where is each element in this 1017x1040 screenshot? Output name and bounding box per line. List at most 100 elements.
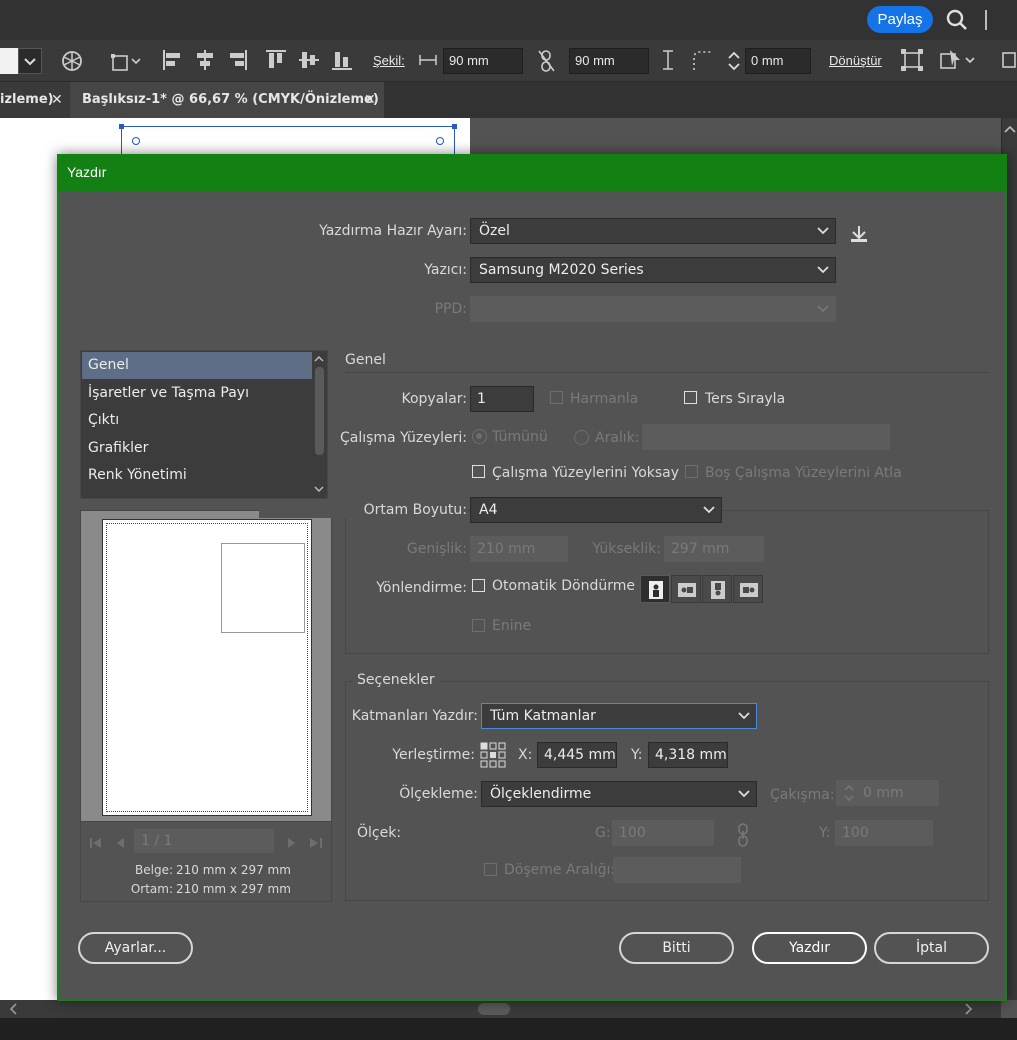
align-hcenter-icon[interactable] xyxy=(194,48,216,72)
chevron-up-icon[interactable] xyxy=(1003,124,1017,134)
tile-range-label: Döşeme Aralığı: xyxy=(504,862,616,878)
chevron-down-icon xyxy=(817,266,829,274)
stepper-icon[interactable] xyxy=(727,49,741,73)
corner-radius-icon xyxy=(693,51,712,70)
corner-widget[interactable] xyxy=(436,137,444,145)
scaling-value: Ölçeklendirme xyxy=(490,786,592,802)
shape-transform-icon[interactable] xyxy=(110,49,142,73)
last-page-icon[interactable] xyxy=(309,837,323,849)
close-icon[interactable]: ✕ xyxy=(51,82,63,118)
align-top-icon[interactable] xyxy=(264,48,288,72)
orientation-portrait-flipped-button[interactable] xyxy=(702,575,732,603)
printer-label: Yazıcı: xyxy=(424,262,467,278)
category-item-general[interactable]: Genel xyxy=(82,352,312,379)
category-scrollbar[interactable] xyxy=(312,351,327,498)
save-preset-icon[interactable] xyxy=(849,224,869,244)
corner-widget[interactable] xyxy=(132,137,140,145)
chevron-down-icon[interactable] xyxy=(313,485,326,494)
collate-checkbox[interactable] xyxy=(550,391,563,404)
done-button[interactable]: Bitti xyxy=(619,932,734,964)
tile-range-checkbox[interactable] xyxy=(484,863,497,876)
shape-label[interactable]: Şekil: xyxy=(373,53,405,68)
overlap-input[interactable]: 0 mm xyxy=(836,780,939,806)
auto-rotate-checkbox[interactable] xyxy=(472,579,485,592)
first-page-icon[interactable] xyxy=(89,837,103,849)
dialog-title-bar[interactable]: Yazdır xyxy=(57,154,1007,191)
document-tab-active[interactable]: Başlıksız-1* @ 66,67 % (CMYK/Önizleme) ✕ xyxy=(70,82,384,118)
reference-point-icon[interactable] xyxy=(938,48,980,72)
media-height-input[interactable]: 297 mm xyxy=(664,536,764,562)
tile-range-input[interactable] xyxy=(613,857,741,883)
setup-button[interactable]: Ayarlar... xyxy=(78,932,193,964)
search-icon[interactable] xyxy=(945,8,969,32)
printer-select[interactable]: Samsung M2020 Series xyxy=(470,257,836,283)
scrollbar-thumb[interactable] xyxy=(478,1003,510,1015)
stepper-icon[interactable] xyxy=(843,782,855,804)
skip-blank-artboards-label: Boş Çalışma Yüzeylerini Atla xyxy=(705,465,902,481)
constrain-link-icon[interactable] xyxy=(537,49,557,73)
transverse-checkbox[interactable] xyxy=(472,619,485,632)
corner-radius-input[interactable]: 0 mm xyxy=(745,48,811,74)
align-right-icon[interactable] xyxy=(226,48,248,72)
chevron-right-icon[interactable] xyxy=(964,1003,974,1015)
cancel-button[interactable]: İptal xyxy=(874,932,989,964)
scale-width-input[interactable]: 100 xyxy=(612,820,714,846)
category-list[interactable]: Genel İşaretler ve Taşma Payı Çıktı Graf… xyxy=(80,350,328,499)
share-button[interactable]: Paylaş xyxy=(867,6,933,33)
placement-y-input[interactable]: 4,318 mm xyxy=(648,742,728,768)
placement-reference-point-icon[interactable] xyxy=(480,742,506,768)
next-page-icon[interactable] xyxy=(287,837,297,849)
fill-dropdown[interactable] xyxy=(18,48,42,74)
print-button[interactable]: Yazdır xyxy=(752,932,867,964)
chevron-left-icon[interactable] xyxy=(8,1003,18,1015)
range-radio[interactable] xyxy=(574,430,589,445)
orientation-label: Yönlendirme: xyxy=(376,580,467,596)
ignore-artboards-checkbox[interactable] xyxy=(472,465,485,478)
page-indicator: 1 / 1 xyxy=(134,829,274,853)
auto-rotate-label: Otomatik Döndürme xyxy=(492,578,635,594)
selection-handle[interactable] xyxy=(452,124,457,129)
close-icon[interactable]: ✕ xyxy=(364,82,376,118)
options-section-title: Seçenekler xyxy=(353,672,439,688)
orientation-portrait-button[interactable] xyxy=(640,575,670,603)
shape-height-input[interactable]: 90 mm xyxy=(569,48,649,74)
page-indicator-text: 1 / 1 xyxy=(141,833,173,849)
more-options-icon[interactable] xyxy=(1000,48,1017,72)
align-vcenter-icon[interactable] xyxy=(297,48,321,72)
align-bottom-icon[interactable] xyxy=(330,48,354,72)
preset-select[interactable]: Özel xyxy=(470,218,836,244)
print-layers-select[interactable]: Tüm Katmanlar xyxy=(481,703,757,729)
media-size-label: Ortam: xyxy=(130,882,173,896)
transform-bounds-icon[interactable] xyxy=(900,48,924,72)
fill-swatch[interactable] xyxy=(0,48,18,74)
previous-page-icon[interactable] xyxy=(115,837,125,849)
selection-handle[interactable] xyxy=(119,124,124,129)
scaling-select[interactable]: Ölçeklendirme xyxy=(481,781,757,807)
orientation-landscape-button[interactable] xyxy=(671,575,701,603)
document-tab-previous[interactable]: izleme) ✕ xyxy=(0,82,70,118)
os-taskbar xyxy=(0,1018,1017,1040)
align-left-icon[interactable] xyxy=(162,48,184,72)
transform-link[interactable]: Dönüştür xyxy=(829,53,882,68)
horizontal-scrollbar[interactable] xyxy=(0,1000,1001,1018)
orientation-landscape-flipped-button[interactable] xyxy=(733,575,763,603)
placement-x-input[interactable]: 4,445 mm xyxy=(537,742,617,768)
placement-label: Yerleştirme: xyxy=(392,747,475,763)
media-width-input[interactable]: 210 mm xyxy=(470,536,568,562)
recolor-icon[interactable] xyxy=(60,49,84,73)
category-item-color-management[interactable]: Renk Yönetimi xyxy=(82,462,312,489)
reverse-order-checkbox[interactable] xyxy=(684,391,697,404)
media-size-select[interactable]: A4 xyxy=(470,497,722,523)
range-input[interactable] xyxy=(642,424,890,450)
ppd-select[interactable] xyxy=(470,296,836,322)
skip-blank-artboards-checkbox[interactable] xyxy=(685,465,698,478)
scale-height-input[interactable]: 100 xyxy=(835,820,933,846)
tab-label: Başlıksız-1* @ 66,67 % (CMYK/Önizleme) xyxy=(82,92,379,107)
constrain-proportions-icon[interactable] xyxy=(736,822,750,848)
chevron-up-icon[interactable] xyxy=(313,354,326,363)
all-artboards-radio[interactable] xyxy=(472,429,487,444)
general-section-divider xyxy=(345,372,989,373)
shape-width-input[interactable]: 90 mm xyxy=(443,48,523,74)
copies-input[interactable]: 1 xyxy=(470,386,534,412)
media-size-select-value: A4 xyxy=(479,502,498,518)
